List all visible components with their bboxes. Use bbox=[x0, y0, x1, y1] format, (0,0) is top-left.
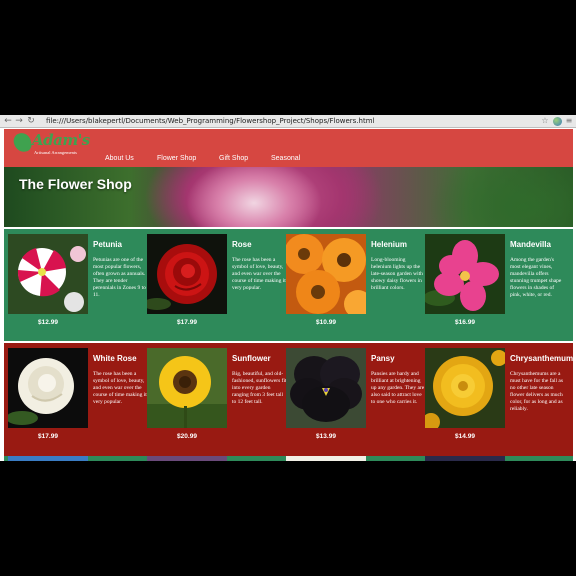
product-name: Mandevilla bbox=[510, 240, 551, 249]
product-card-white-rose[interactable]: White Rose The rose has been a symbol of… bbox=[8, 348, 147, 452]
mandevilla-photo[interactable] bbox=[425, 234, 505, 314]
back-icon[interactable]: ← bbox=[3, 116, 13, 126]
product-price: $17.99 bbox=[38, 433, 58, 440]
product-row: Petunia Petunias are one of the most pop… bbox=[4, 229, 573, 341]
product-price: $17.99 bbox=[177, 319, 197, 326]
product-description: Pansies are hardy and brilliant at brigh… bbox=[371, 371, 425, 405]
product-photo-partial[interactable] bbox=[286, 456, 366, 461]
bookmark-star-icon[interactable]: ☆ bbox=[540, 116, 550, 126]
product-card-mandevilla[interactable]: Mandevilla Among the garden's most elega… bbox=[425, 234, 563, 338]
hero-banner: The Flower Shop bbox=[4, 167, 573, 227]
product-description: Big, beautiful, and old-fashioned, sunfl… bbox=[232, 371, 287, 405]
logo-name[interactable]: Adam's bbox=[32, 131, 90, 149]
product-description: Among the garden's most elegant vines, m… bbox=[510, 257, 562, 298]
product-photo-partial[interactable] bbox=[147, 456, 227, 461]
browser-toolbar: ← → ↻ file:///Users/blakepertl/Documents… bbox=[0, 115, 576, 128]
product-name: Chrysanthemum bbox=[510, 354, 574, 363]
helenium-photo[interactable] bbox=[286, 234, 366, 314]
product-description: Chrysanthemums are a must have for the f… bbox=[510, 371, 563, 412]
product-description: The rose has been a symbol of love, beau… bbox=[93, 371, 147, 405]
white-rose-photo[interactable] bbox=[8, 348, 88, 428]
product-description: Petunias are one of the most popular flo… bbox=[93, 257, 146, 298]
product-name: Petunia bbox=[93, 240, 122, 249]
product-row: White Rose The rose has been a symbol of… bbox=[4, 343, 573, 456]
logo-tagline: Artisanal Arrangements bbox=[34, 150, 77, 155]
product-card-petunia[interactable]: Petunia Petunias are one of the most pop… bbox=[8, 234, 146, 338]
product-card-rose[interactable]: Rose The rose has been a symbol of love,… bbox=[147, 234, 286, 338]
nav-about-us[interactable]: About Us bbox=[105, 155, 134, 162]
product-description: The rose has been a symbol of love, beau… bbox=[232, 257, 286, 291]
rose-photo[interactable] bbox=[147, 234, 227, 314]
nav-seasonal[interactable]: Seasonal bbox=[271, 155, 300, 162]
product-price: $12.99 bbox=[38, 319, 58, 326]
chrysanthemum-photo[interactable] bbox=[425, 348, 505, 428]
browser-window: ← → ↻ file:///Users/blakepertl/Documents… bbox=[0, 115, 576, 461]
forward-icon[interactable]: → bbox=[14, 116, 24, 126]
product-price: $10.99 bbox=[316, 319, 336, 326]
product-description: Long-blooming helenium lights up the lat… bbox=[371, 257, 423, 291]
pansy-photo[interactable] bbox=[286, 348, 366, 428]
sunflower-photo[interactable] bbox=[147, 348, 227, 428]
product-card-chrysanthemum[interactable]: Chrysanthemum Chrysanthemums are a must … bbox=[425, 348, 573, 452]
product-name: Helenium bbox=[371, 240, 408, 249]
product-photo-partial[interactable] bbox=[425, 456, 505, 461]
product-name: White Rose bbox=[93, 354, 137, 363]
product-card-sunflower[interactable]: Sunflower Big, beautiful, and old-fashio… bbox=[147, 348, 287, 452]
petunia-photo[interactable] bbox=[8, 234, 88, 314]
nav-flower-shop[interactable]: Flower Shop bbox=[157, 155, 196, 162]
menu-icon[interactable]: ≡ bbox=[564, 116, 574, 126]
reload-icon[interactable]: ↻ bbox=[26, 116, 36, 126]
product-name: Rose bbox=[232, 240, 252, 249]
product-card-pansy[interactable]: Pansy Pansies are hardy and brilliant at… bbox=[286, 348, 424, 452]
product-price: $16.99 bbox=[455, 319, 475, 326]
product-photo-partial[interactable] bbox=[8, 456, 88, 461]
nav-gift-shop[interactable]: Gift Shop bbox=[219, 155, 248, 162]
product-price: $20.99 bbox=[177, 433, 197, 440]
product-price: $13.99 bbox=[316, 433, 336, 440]
product-row-partial bbox=[4, 456, 573, 461]
logo-leaf-icon bbox=[12, 131, 33, 154]
globe-icon[interactable] bbox=[553, 117, 562, 126]
product-name: Sunflower bbox=[232, 354, 271, 363]
product-price: $14.99 bbox=[455, 433, 475, 440]
product-card-helenium[interactable]: Helenium Long-blooming helenium lights u… bbox=[286, 234, 424, 338]
page-title: The Flower Shop bbox=[19, 176, 132, 192]
product-name: Pansy bbox=[371, 354, 395, 363]
address-bar[interactable]: file:///Users/blakepertl/Documents/Web_P… bbox=[46, 116, 374, 126]
site-header: Adam's Artisanal Arrangements About Us F… bbox=[4, 129, 573, 167]
